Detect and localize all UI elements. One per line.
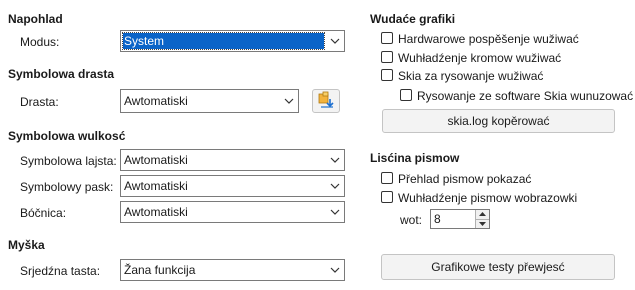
skia-checkbox[interactable] (381, 69, 393, 81)
notebookbar-size-label: Symbolowy pask: (20, 180, 114, 194)
middle-button-label: Srjedźna tasta: (20, 264, 101, 278)
sidebar-size-value: Awtomatiski (124, 205, 188, 219)
screen-font-aa-label[interactable]: Wuhładźenje pismow wobrazowki (398, 191, 577, 205)
middle-button-value: Žana funkcija (124, 263, 196, 277)
add-extension-icon (317, 91, 335, 112)
theme-value: Awtomatiski (124, 94, 188, 108)
aa-from-label: wot: (400, 213, 423, 227)
hw-accel-checkbox[interactable] (381, 32, 393, 44)
toolbar-size-value: Awtomatiski (124, 153, 188, 167)
look-heading: Napohlad (8, 12, 63, 26)
chevron-down-icon[interactable] (325, 176, 344, 196)
graphics-heading: Wudaće grafiki (370, 12, 456, 26)
chevron-down-icon[interactable] (279, 90, 298, 112)
skia-label[interactable]: Skia za rysowanje wužiwać (398, 69, 543, 83)
add-theme-button[interactable] (312, 89, 340, 113)
sidebar-size-select[interactable]: Awtomatiski (120, 201, 345, 223)
skia-software-label[interactable]: Rysowanje ze software Skia wunuzować (417, 89, 633, 103)
middle-button-select[interactable]: Žana funkcija (120, 259, 345, 281)
spin-down-icon[interactable] (476, 218, 489, 228)
toolbar-size-select[interactable]: Awtomatiski (120, 149, 345, 171)
chevron-down-icon[interactable] (325, 150, 344, 170)
mouse-heading: Myška (8, 238, 45, 252)
icon-size-heading: Symbolowa wulkosć (8, 129, 126, 143)
skia-software-checkbox[interactable] (400, 89, 412, 101)
run-graphics-tests-button[interactable]: Grafikowe testy přewjesć (381, 254, 615, 280)
toolbar-size-label: Symbolowa lajsta: (20, 154, 117, 168)
sidebar-size-label: Bóčnica: (20, 206, 67, 220)
antialias-checkbox[interactable] (381, 51, 393, 63)
antialias-label[interactable]: Wuhładźenje kromow wužiwać (398, 51, 561, 65)
theme-select[interactable]: Awtomatiski (120, 89, 299, 113)
mode-value: System (122, 32, 325, 50)
hw-accel-label[interactable]: Hardwarowe pospěšenje wužiwać (398, 32, 579, 46)
aa-from-spinbox[interactable]: 8 (430, 209, 490, 229)
aa-from-value: 8 (434, 212, 441, 226)
chevron-down-icon[interactable] (325, 260, 344, 280)
font-preview-checkbox[interactable] (381, 172, 393, 184)
font-preview-label[interactable]: Přehlad pismow pokazać (398, 172, 531, 186)
spin-up-icon[interactable] (476, 210, 489, 219)
chevron-down-icon[interactable] (325, 31, 344, 51)
font-lists-heading: Lisćina pismow (370, 151, 460, 165)
copy-skia-log-button[interactable]: skia.log kopěrować (382, 109, 615, 133)
chevron-down-icon[interactable] (325, 202, 344, 222)
mode-select[interactable]: System (120, 30, 345, 52)
screen-font-aa-checkbox[interactable] (381, 191, 393, 203)
mode-label: Modus: (20, 35, 60, 49)
notebookbar-size-value: Awtomatiski (124, 179, 188, 193)
icon-theme-heading: Symbolowa drasta (8, 67, 115, 81)
notebookbar-size-select[interactable]: Awtomatiski (120, 175, 345, 197)
theme-label: Drasta: (20, 95, 59, 109)
